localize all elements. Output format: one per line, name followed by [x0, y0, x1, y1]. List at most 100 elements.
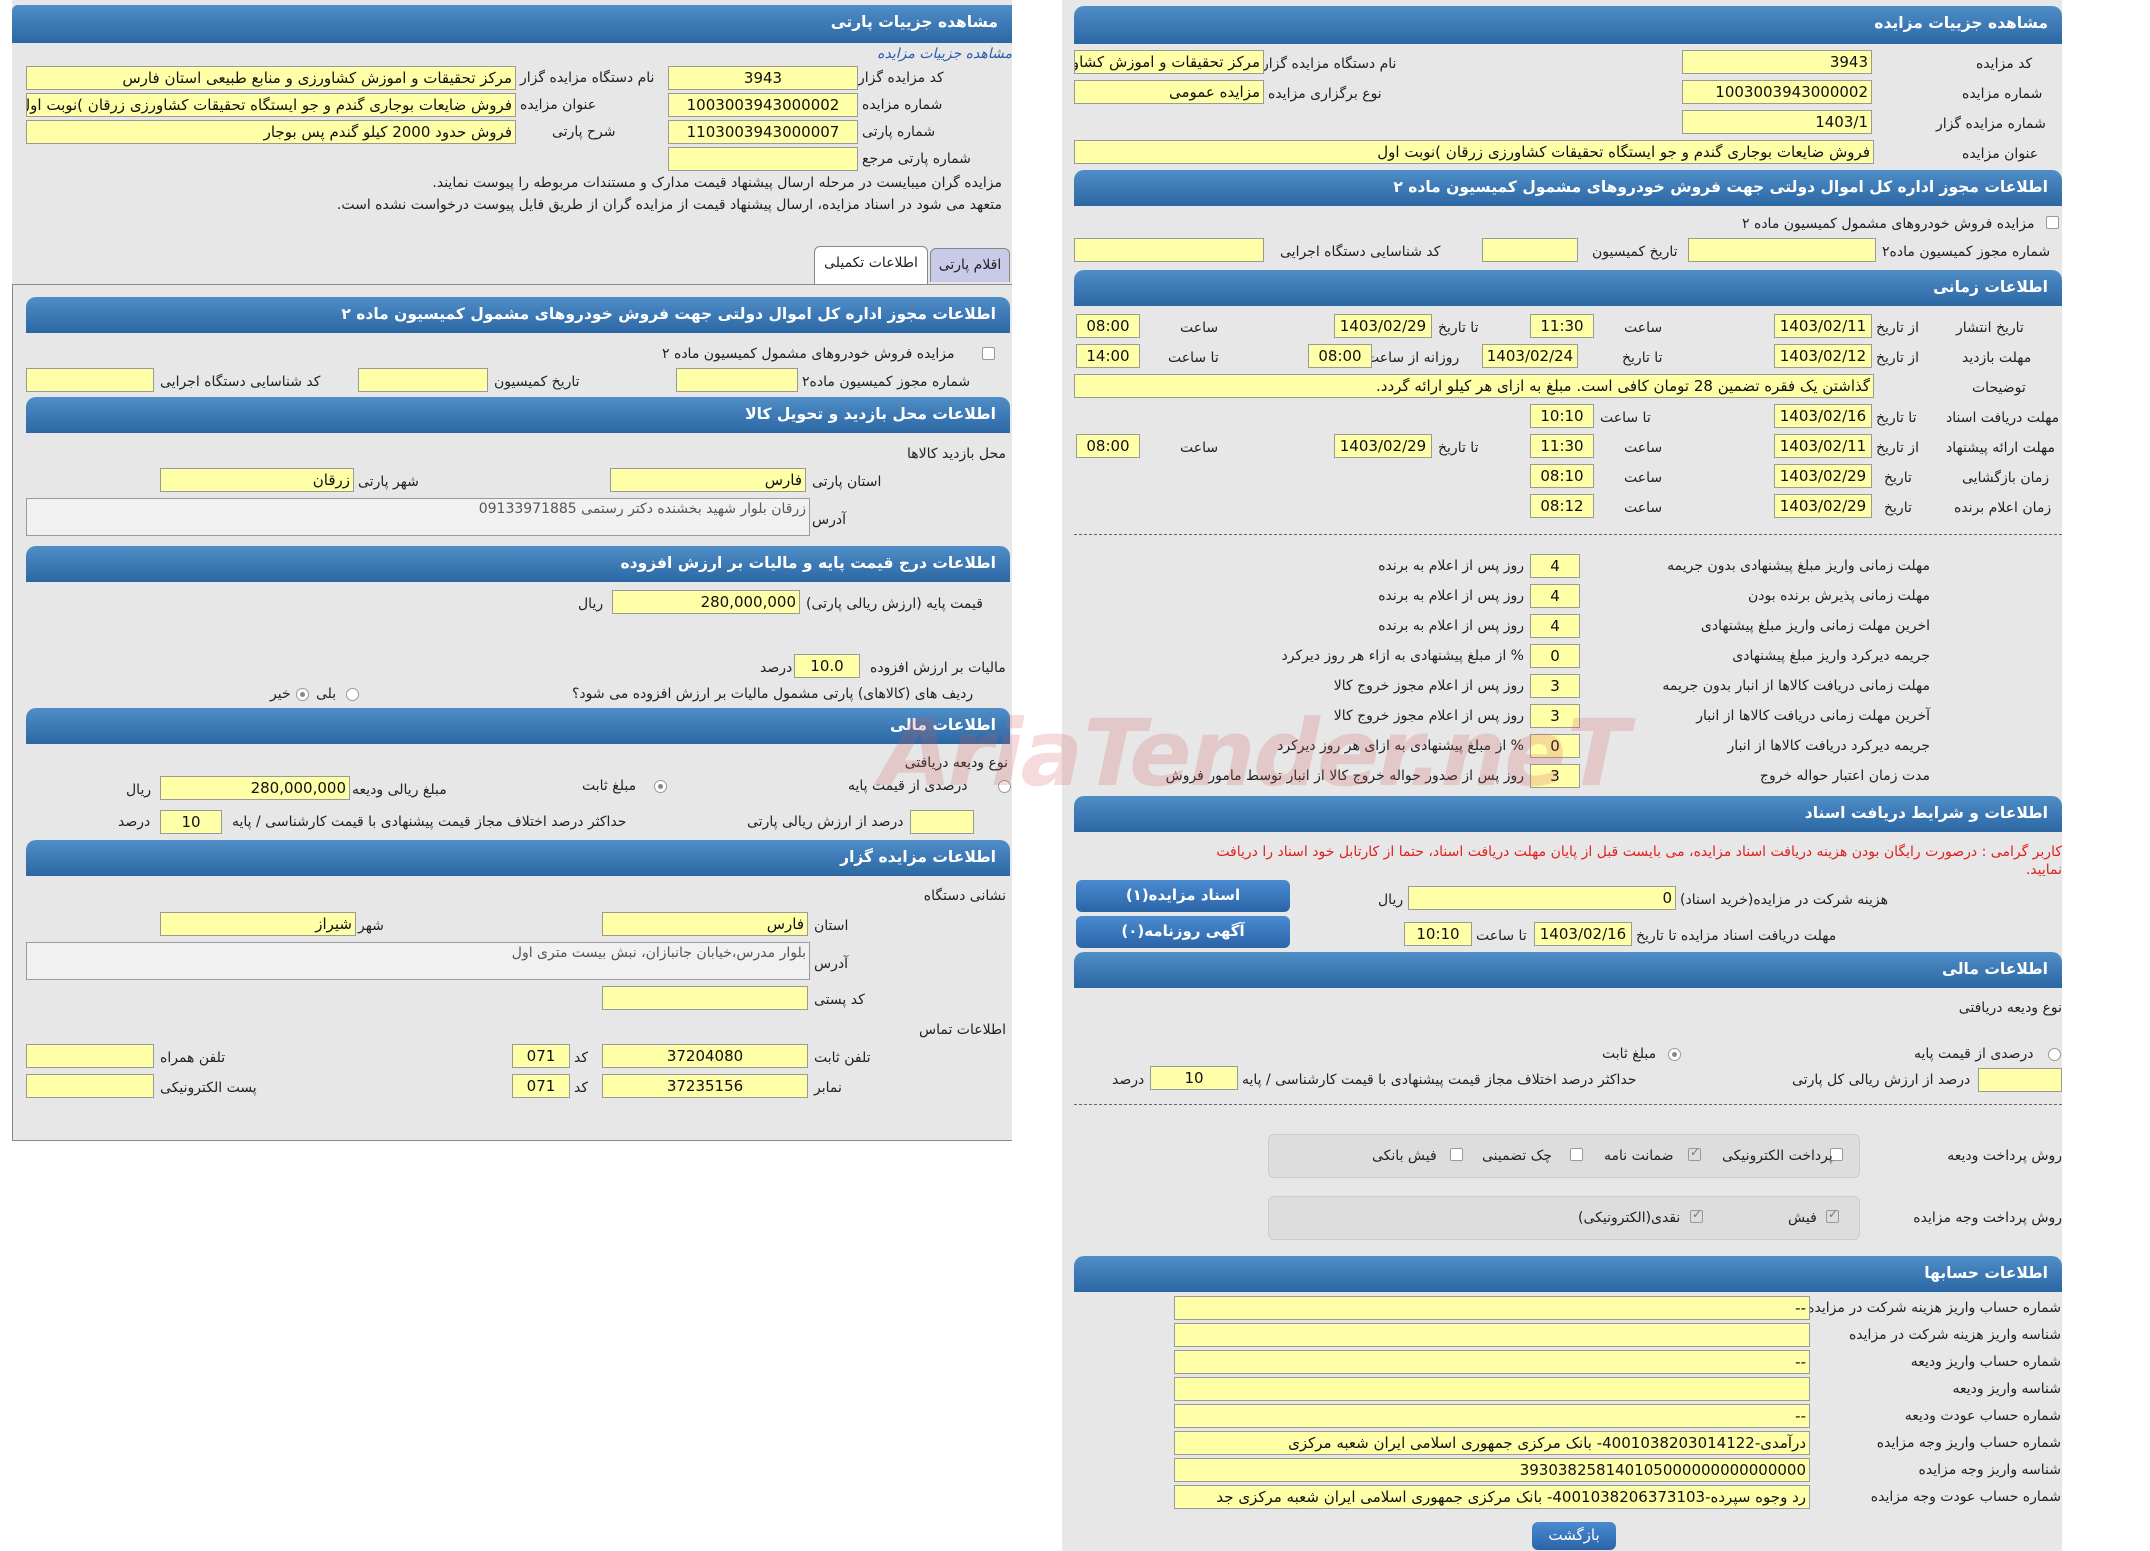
license-checkbox[interactable] [982, 347, 995, 360]
party-no-label: شماره پارتی [862, 124, 936, 140]
r-pct-total-label: درصد از ارزش ریالی کل پارتی [1792, 1072, 1971, 1088]
offer-from-label: از تاریخ [1876, 440, 1919, 456]
visit-province-field: فارس [610, 468, 806, 492]
deposit-fixed-radio[interactable] [654, 780, 667, 793]
method-guarantee-checkbox[interactable] [1688, 1145, 1701, 1161]
fax-code-field: 071 [512, 1074, 570, 1098]
payment-methods-box [1268, 1196, 1860, 1240]
time-notes-label: توضیحات [1972, 380, 2026, 396]
auction-docs-button[interactable]: اسناد مزایده(۱) [1076, 880, 1290, 912]
account-value: 393038258140105000000000000000 [1174, 1458, 1810, 1482]
back-button[interactable]: بازگشت [1532, 1522, 1616, 1550]
method-receipt-label: فیش بانکی [1372, 1148, 1437, 1164]
method-cheque-checkbox[interactable] [1570, 1148, 1583, 1161]
commission-date-label: تاریخ کمیسیون [494, 374, 580, 390]
offer-to-time-field: 08:00 [1076, 434, 1140, 458]
party-desc-label: شرح پارتی [552, 124, 616, 140]
account-value: -- [1174, 1296, 1810, 1320]
r-org-name-label: نام دستگاه مزایده گزار [1262, 56, 1397, 72]
tab-party-items[interactable]: اقلام پارتی [930, 248, 1010, 282]
newspaper-ad-button[interactable]: آگهی روزنامه(۰) [1076, 916, 1290, 948]
party-details-header: مشاهده جزییات پارتی [12, 5, 1012, 43]
offer-from-time-field: 11:30 [1530, 434, 1594, 458]
vat-label: مالیات بر ارزش افزوده [870, 660, 1006, 676]
deadline-label: اخرین مهلت زمانی واریز مبلغ پیشنهادی [1700, 618, 1930, 634]
deadline-label: مهلت زمانی واریز مبلغ پیشنهادی بدون جریم… [1667, 558, 1930, 574]
r-auction-code-field: 3943 [1682, 50, 1872, 74]
doc-deadline-to-label: تا تاریخ [1876, 410, 1917, 426]
r-max-diff-label: حداکثر درصد اختلاف مجاز قیمت پیشنهادی با… [1242, 1072, 1637, 1088]
auction-title-field: فروش ضایعات بوجاری گندم و جو ایستگاه تحق… [26, 93, 516, 117]
mobile-field [26, 1044, 154, 1068]
deadline-unit: روز پس از اعلام به برنده [1378, 618, 1524, 634]
org-address-field: بلوار مدرس،خیابان جانبازان، نبش بیست متر… [26, 942, 810, 980]
winner-time-field: 08:12 [1530, 494, 1594, 518]
r-auction-no2-field: 1403/1 [1682, 110, 1872, 134]
account-value: درآمدی-4001038203014122- بانک مرکزی جمهو… [1174, 1431, 1810, 1455]
vat-yes-radio[interactable] [346, 688, 359, 701]
method-guarantee-label: ضمانت نامه [1604, 1148, 1674, 1164]
account-value [1174, 1323, 1810, 1347]
offer-from-time-label: ساعت [1624, 440, 1663, 456]
org-city-label: شهر [358, 918, 384, 934]
r-auction-no-field: 1003003943000002 [1682, 80, 1872, 104]
deadline-value: 4 [1530, 584, 1580, 608]
r-auction-no2-label: شماره مزایده گزار [1936, 116, 2046, 132]
deadline-unit: روز پس از اعلام به برنده [1378, 558, 1524, 574]
r-deposit-pct-radio[interactable] [2048, 1048, 2061, 1061]
deadline-value: 4 [1530, 614, 1580, 638]
pay-receipt-checkbox[interactable] [1826, 1207, 1839, 1223]
account-label: شناسه واریز وجه مزایده [1918, 1462, 2061, 1478]
vat-no-radio[interactable] [296, 688, 309, 701]
license-section-header: اطلاعات مجوز اداره کل اموال دولتی جهت فر… [26, 297, 1010, 333]
pay-electronic-label: نقدی(الکترونیکی) [1578, 1210, 1681, 1226]
account-value: رد وجوه سپرده-4001038206373103- بانک مرک… [1174, 1485, 1810, 1509]
pay-electronic-checkbox[interactable] [1690, 1207, 1703, 1223]
deadline-label: مهلت زمانی دریافت کالاها از انبار بدون ج… [1662, 678, 1930, 694]
visit-daily-label: روزانه از ساعت [1366, 350, 1460, 366]
r-auction-code-label: کد مزایده [1976, 56, 2033, 72]
tab-extra-info[interactable]: اطلاعات تکمیلی [814, 246, 928, 284]
time-divider [1074, 534, 2062, 535]
fax-code-label: کد [574, 1080, 589, 1096]
party-ref-label: شماره پارتی مرجع [862, 151, 971, 167]
method-electronic-label: پرداخت الکترونیکی [1722, 1148, 1833, 1164]
mobile-label: تلفن همراه [160, 1050, 226, 1066]
r-exec-id-label: کد شناسایی دستگاه اجرایی [1280, 244, 1441, 260]
r-accounts-section-header: اطلاعات حسابها [1074, 1256, 2062, 1292]
publish-from-label: از تاریخ [1876, 320, 1919, 336]
account-value: -- [1174, 1404, 1810, 1428]
opening-time-field: 08:10 [1530, 464, 1594, 488]
permit-no-label: شماره مجوز کمیسیون ماده۲ [802, 374, 971, 390]
doc-deadline-field: 1403/02/16 [1774, 404, 1872, 428]
time-notes-field: گذاشتن یک فقره تضمین 28 تومان کافی است. … [1074, 374, 1874, 398]
r-license-checkbox[interactable] [2046, 216, 2059, 229]
auction-no-field: 1003003943000002 [668, 93, 858, 117]
phone-label: تلفن ثابت [814, 1050, 871, 1066]
winner-date-field: 1403/02/29 [1774, 494, 1872, 518]
account-label: شماره حساب عودت وجه مزایده [1870, 1489, 2061, 1505]
exec-id-label: کد شناسایی دستگاه اجرایی [160, 374, 321, 390]
license-checkbox-label: مزایده فروش خودروهای مشمول کمیسیون ماده … [662, 346, 955, 362]
publish-from-time-label: ساعت [1624, 320, 1663, 336]
publish-to-field: 1403/02/29 [1334, 314, 1432, 338]
method-receipt-checkbox[interactable] [1450, 1148, 1463, 1161]
r-deposit-type-label: نوع ودیعه دریافتی [1958, 1000, 2062, 1016]
doc-deadline-time-field: 10:10 [1530, 404, 1594, 428]
vat-no-label: خیر [270, 686, 291, 702]
deadline-unit: روز پس از اعلام به برنده [1378, 588, 1524, 604]
deposit-amount-label: مبلغ ریالی ودیعه [352, 782, 447, 798]
deposit-fixed-label: مبلغ ثابت [582, 778, 637, 794]
payment-method-label: روش پرداخت وجه مزایده [1913, 1210, 2062, 1226]
r-holding-type-label: نوع برگزاری مزایده [1268, 86, 1382, 102]
visit-daily-to-field: 14:00 [1076, 344, 1140, 368]
r-auction-no-label: شماره مزایده [1962, 86, 2043, 102]
r-deposit-fixed-radio[interactable] [1668, 1048, 1681, 1061]
party-no-field: 1103003943000007 [668, 120, 858, 144]
r-auction-title-label: عنوان مزایده [1962, 146, 2039, 162]
auction-code-field: 3943 [668, 66, 858, 90]
breadcrumb[interactable]: مشاهده جزییات مزایده [877, 46, 1012, 62]
r-org-name-field: مرکز تحقیقات و اموزش کشاورزی [1074, 50, 1264, 74]
deadline-label: مدت زمان اعتبار حواله خروج [1759, 768, 1930, 784]
visit-address-field: زرقان بلوار شهید بخشنده دکتر رستمی 09133… [26, 498, 810, 536]
